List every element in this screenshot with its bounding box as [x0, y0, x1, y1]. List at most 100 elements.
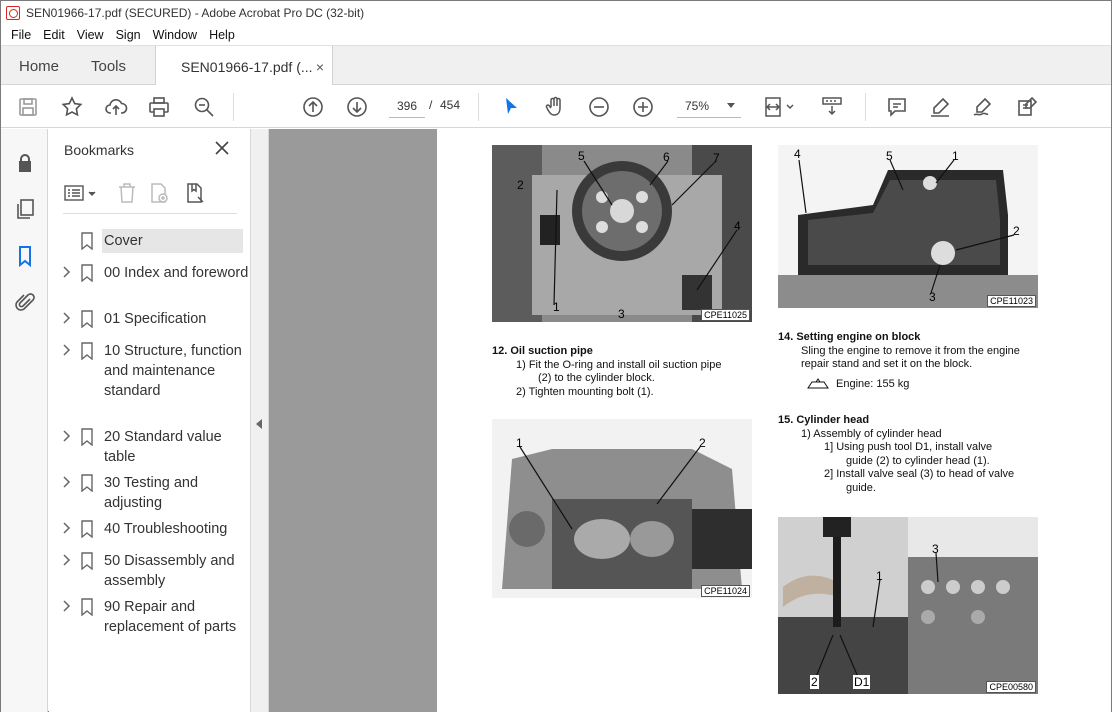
delete-bookmark-icon[interactable] [115, 181, 139, 205]
edit-icon[interactable] [1014, 94, 1040, 120]
section-15-item-2: 2] Install valve seal (3) to head of val… [824, 468, 1015, 480]
section-15-heading: 15. Cylinder head [778, 414, 870, 426]
bookmark-label: 20 Standard value table [104, 429, 222, 465]
page-fit-icon[interactable] [762, 94, 796, 120]
chevron-right-icon[interactable] [61, 312, 71, 324]
zoom-out-icon[interactable] [586, 94, 612, 120]
callout-2: 2 [517, 178, 524, 192]
zoom-dropdown[interactable]: 75% [677, 94, 741, 118]
lock-icon[interactable] [13, 151, 37, 175]
section-15: 15. Cylinder head 1) Assembly of cylinde… [778, 414, 1040, 495]
bookmark-star-icon[interactable] [59, 94, 85, 120]
tab-tools[interactable]: Tools [91, 46, 126, 86]
bookmark-flag-icon [79, 232, 95, 251]
page-up-icon[interactable] [300, 94, 326, 120]
menu-bar: File Edit View Sign Window Help [1, 25, 1111, 45]
document-viewport[interactable]: 5 6 7 2 4 1 3 CPE11025 4 5 1 2 3 CPE1102… [269, 129, 1111, 712]
chevron-right-icon[interactable] [61, 600, 71, 612]
tab-document[interactable]: SEN01966-17.pdf (... × [155, 46, 333, 87]
section-15-item-1-cont: guide (2) to cylinder head (1). [846, 454, 990, 467]
new-bookmark-icon[interactable] [147, 181, 171, 205]
photo-code: CPE11023 [987, 295, 1036, 307]
photo-gear-assembly: 5 6 7 2 4 1 3 CPE11025 [492, 145, 752, 322]
zoom-in-icon[interactable] [630, 94, 656, 120]
photo-oil-pan: 4 5 1 2 3 CPE11023 [778, 145, 1038, 308]
bookmark-flag-icon [79, 598, 95, 617]
bookmark-label: 30 Testing and adjusting [104, 475, 199, 511]
photo-cylinder-block: 1 2 CPE11024 [492, 419, 752, 598]
menu-help[interactable]: Help [203, 28, 241, 42]
section-14-line-1: Sling the engine to remove it from the e… [801, 344, 1020, 357]
chevron-right-icon[interactable] [61, 344, 71, 356]
page-number-input[interactable]: 396 [389, 94, 425, 118]
bookmark-panel-icon[interactable] [13, 244, 37, 268]
sign-icon[interactable] [970, 94, 996, 120]
callout-5: 5 [578, 149, 585, 163]
menu-file[interactable]: File [5, 28, 37, 42]
panel-splitter[interactable] [251, 129, 269, 712]
zoom-search-icon[interactable] [191, 94, 217, 120]
print-icon[interactable] [146, 94, 172, 120]
chevron-right-icon[interactable] [61, 430, 71, 442]
chevron-right-icon[interactable] [61, 554, 71, 566]
close-panel-icon[interactable] [212, 138, 232, 158]
bookmark-flag-icon [79, 310, 95, 329]
attachment-icon[interactable] [13, 291, 37, 315]
menu-view[interactable]: View [71, 28, 110, 42]
callout-1: 1 [516, 436, 523, 450]
bookmark-label: 90 Repair and replacement of parts [104, 599, 237, 635]
callout-3: 3 [618, 307, 625, 321]
tab-bar: Home Tools SEN01966-17.pdf (... × [1, 45, 1111, 87]
chevron-right-icon[interactable] [61, 476, 71, 488]
scroll-mode-icon[interactable] [818, 94, 846, 120]
callout-6: 6 [663, 150, 670, 164]
callout-1: 1 [876, 569, 883, 583]
comment-icon[interactable] [884, 94, 910, 120]
tab-home[interactable]: Home [19, 46, 59, 86]
page-total: 454 [440, 98, 461, 112]
page-down-icon[interactable] [344, 94, 370, 120]
highlight-icon[interactable] [927, 94, 953, 120]
callout-2: 2 [1013, 224, 1020, 238]
close-tab-icon[interactable]: × [316, 59, 324, 75]
bookmarks-panel: Bookmarks Cover 00 Index and foreword 01… [49, 129, 251, 712]
find-bookmark-icon[interactable] [183, 181, 207, 205]
bookmark-label: 50 Disassembly and assembly [104, 553, 235, 589]
photo-code: CPE11025 [701, 309, 750, 321]
bookmark-flag-icon [79, 342, 95, 361]
weight-icon [807, 378, 829, 389]
section-14-line-2: repair stand and set it on the block. [801, 358, 973, 370]
section-12-step-1-cont: (2) to the cylinder block. [538, 372, 655, 384]
section-12: 12. Oil suction pipe 1) Fit the O-ring a… [492, 345, 754, 399]
collapse-panel-icon[interactable] [256, 419, 262, 429]
section-15-item-1: 1] Using push tool D1, install valve [824, 441, 993, 453]
menu-window[interactable]: Window [147, 28, 203, 42]
pdf-page: 5 6 7 2 4 1 3 CPE11025 4 5 1 2 3 CPE1102… [437, 129, 1111, 712]
section-14-weight-row: Engine: 155 kg [778, 378, 1040, 392]
callout-7: 7 [713, 151, 720, 165]
save-icon[interactable] [15, 94, 41, 120]
callout-5: 5 [886, 149, 893, 163]
select-cursor-icon[interactable] [498, 94, 524, 120]
bookmark-flag-icon [79, 428, 95, 447]
oil-pan-illustration [778, 145, 1038, 308]
photo-cylinder-head: 1 3 2 D1 CPE00580 [778, 517, 1038, 694]
pages-icon[interactable] [13, 197, 37, 221]
toolbar-separator [63, 213, 237, 214]
menu-sign[interactable]: Sign [110, 28, 147, 42]
acrobat-logo-icon [6, 6, 20, 20]
chevron-right-icon[interactable] [61, 522, 71, 534]
upload-icon[interactable] [103, 94, 129, 120]
bookmark-flag-icon [79, 552, 95, 571]
options-menu-icon[interactable] [63, 181, 99, 205]
hand-icon[interactable] [542, 94, 568, 120]
callout-2: 2 [699, 436, 706, 450]
bookmark-label: 10 Structure, function and maintenance s… [104, 343, 242, 399]
menu-edit[interactable]: Edit [37, 28, 71, 42]
bookmark-flag-icon [79, 520, 95, 539]
section-14-heading: 14. Setting engine on block [778, 331, 921, 343]
chevron-right-icon[interactable] [61, 266, 71, 278]
bookmarks-title: Bookmarks [64, 142, 135, 158]
callout-3: 3 [932, 542, 939, 556]
callout-4: 4 [794, 147, 801, 161]
